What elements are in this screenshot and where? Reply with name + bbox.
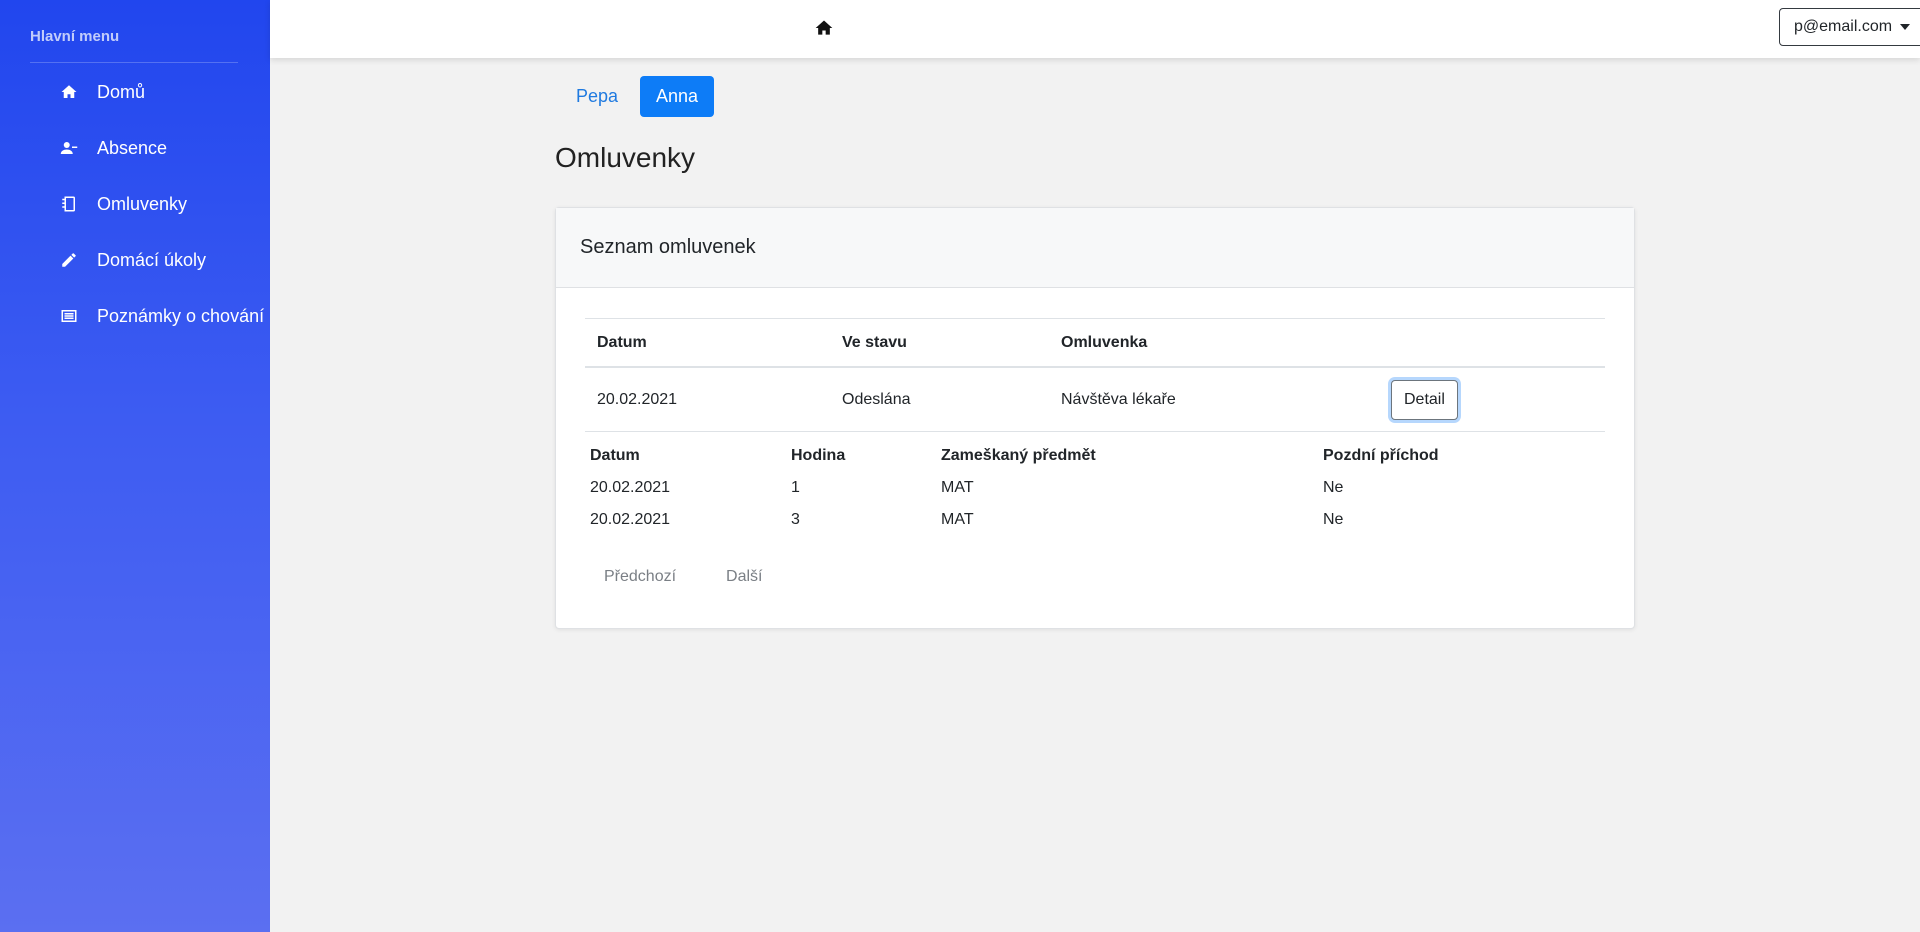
- sidebar-item-label: Poznámky o chování: [97, 305, 265, 326]
- tab-pepa[interactable]: Pepa: [560, 76, 634, 117]
- cell-datum: 20.02.2021: [590, 511, 671, 528]
- table-row: 20.02.2021 Odeslána Návštěva lékaře Deta…: [585, 368, 1605, 432]
- cell-datum: 20.02.2021: [597, 390, 678, 408]
- sidebar-heading: Hlavní menu: [30, 28, 120, 45]
- home-icon: [58, 81, 80, 103]
- excuses-table: Datum Ve stavu Omluvenka 20.02.2021 Odes…: [585, 318, 1605, 432]
- list-icon: [58, 305, 80, 327]
- notebook-icon: [58, 193, 80, 215]
- sidebar-item-poznamky[interactable]: Poznámky o chování: [58, 300, 268, 332]
- lessons-table: Datum Hodina Zameškaný předmět Pozdní př…: [590, 440, 1590, 536]
- user-minus-icon: [58, 137, 80, 159]
- sidebar: Hlavní menu Domů Absence Omluvenky Domác…: [0, 0, 270, 932]
- lessons-header-row: Datum Hodina Zameškaný předmět Pozdní př…: [590, 440, 1590, 472]
- tab-anna[interactable]: Anna: [640, 76, 715, 117]
- sidebar-item-absence[interactable]: Absence: [58, 132, 268, 164]
- column-header-predmet: Zameškaný předmět: [941, 447, 1096, 464]
- cell-datum: 20.02.2021: [590, 479, 671, 496]
- home-icon[interactable]: [814, 18, 836, 40]
- excuses-card: Seznam omluvenek Datum Ve stavu Omluvenk…: [555, 207, 1635, 629]
- column-header-datum: Datum: [590, 447, 640, 464]
- cell-pozdni: Ne: [1323, 479, 1344, 496]
- sidebar-item-domu[interactable]: Domů: [58, 76, 268, 108]
- column-header-hodina: Hodina: [791, 447, 846, 464]
- card-header: Seznam omluvenek: [556, 208, 1634, 288]
- pencil-icon: [58, 249, 80, 271]
- cell-hodina: 1: [791, 479, 800, 496]
- topbar: p@email.com: [270, 0, 1920, 58]
- cell-omluvenka: Návštěva lékaře: [1061, 390, 1176, 408]
- detail-button[interactable]: Detail: [1391, 380, 1458, 420]
- sidebar-divider: [30, 62, 238, 63]
- column-header-pozdni: Pozdní příchod: [1323, 447, 1439, 464]
- pagination-prev[interactable]: Předchozí: [604, 568, 676, 586]
- sidebar-item-label: Absence: [97, 137, 168, 158]
- table-row: 20.02.2021 1 MAT Ne: [590, 472, 1590, 504]
- pagination: Předchozí Další: [604, 568, 763, 586]
- sidebar-item-label: Domů: [97, 81, 146, 102]
- table-row: 20.02.2021 3 MAT Ne: [590, 504, 1590, 536]
- column-header-stav: Ve stavu: [842, 333, 907, 351]
- column-header-omluvenka: Omluvenka: [1061, 333, 1148, 351]
- sidebar-item-omluvenky[interactable]: Omluvenky: [58, 188, 268, 220]
- chevron-down-icon: [1900, 24, 1911, 30]
- page-title: Omluvenky: [555, 142, 696, 173]
- cell-predmet: MAT: [941, 511, 974, 528]
- cell-hodina: 3: [791, 511, 800, 528]
- sidebar-item-label: Domácí úkoly: [97, 249, 207, 270]
- user-email: p@email.com: [1794, 18, 1893, 35]
- sidebar-item-domaci-ukoly[interactable]: Domácí úkoly: [58, 244, 268, 276]
- user-dropdown[interactable]: p@email.com: [1779, 8, 1920, 46]
- cell-stav: Odeslána: [842, 390, 911, 408]
- column-header-datum: Datum: [597, 333, 647, 351]
- table-header-row: Datum Ve stavu Omluvenka: [585, 318, 1605, 368]
- cell-pozdni: Ne: [1323, 511, 1344, 528]
- cell-predmet: MAT: [941, 479, 974, 496]
- sidebar-item-label: Omluvenky: [97, 193, 188, 214]
- pagination-next[interactable]: Další: [726, 568, 762, 586]
